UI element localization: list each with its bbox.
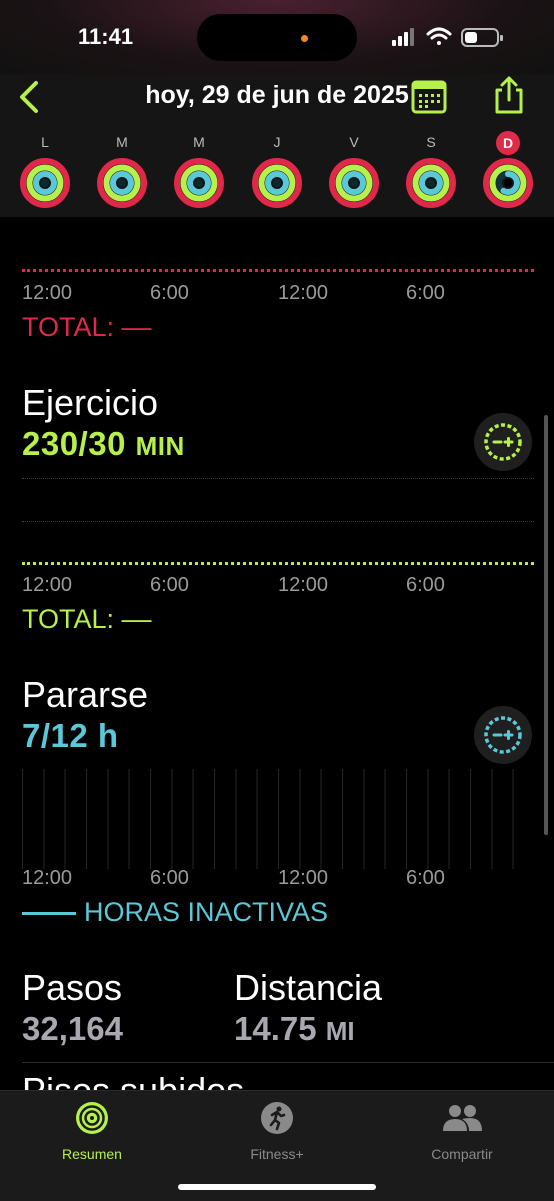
- axis-tick-label: 6:00: [406, 867, 445, 889]
- axis-tick-label: 6:00: [150, 574, 189, 596]
- day-letter-wrap: D: [480, 131, 536, 155]
- activity-rings-icon: [483, 158, 533, 208]
- exercise-unit: MIN: [135, 431, 185, 461]
- steps-value: 32,164: [22, 1010, 123, 1047]
- activity-rings-icon: [252, 158, 302, 208]
- day-letter: D: [496, 131, 520, 155]
- section-divider: [22, 1062, 554, 1063]
- day-1[interactable]: M: [94, 131, 150, 214]
- move-chart-baseline: [22, 269, 534, 272]
- day-5[interactable]: S: [403, 131, 459, 214]
- day-0[interactable]: L: [17, 131, 73, 214]
- exercise-chart-baseline: [22, 562, 534, 565]
- tab-fitness-plus[interactable]: Fitness+: [207, 1101, 347, 1162]
- tab-resumen[interactable]: Resumen: [22, 1101, 162, 1162]
- people-icon: [443, 1105, 482, 1131]
- share-icon[interactable]: [492, 75, 526, 115]
- status-icons: [392, 27, 503, 47]
- axis-tick-label: 12:00: [22, 867, 73, 889]
- axis-tick-label: 6:00: [406, 574, 445, 596]
- exercise-goal-button[interactable]: [474, 413, 532, 471]
- stand-chart-axis: 12:00 6:00 12:00 6:00: [22, 867, 534, 889]
- tab-compartir[interactable]: Compartir: [392, 1101, 532, 1162]
- date-header: hoy, 29 de jun de 2025 L M M J V S D: [0, 75, 554, 217]
- day-letter: S: [426, 134, 436, 150]
- flights-climbed-label: Pisos subidos: [22, 1070, 244, 1090]
- battery-icon: [461, 28, 503, 47]
- calendar-icon[interactable]: [411, 78, 447, 114]
- axis-tick-label: 12:00: [22, 282, 73, 304]
- distance-unit: MI: [325, 1016, 355, 1046]
- ring-adjust-icon: [484, 423, 522, 461]
- day-letter: M: [116, 134, 128, 150]
- day-letter-wrap: M: [94, 131, 150, 155]
- wifi-icon: [426, 27, 452, 45]
- stand-hour-chart: [22, 769, 534, 869]
- day-letter: M: [193, 134, 205, 150]
- tab-label: Resumen: [62, 1146, 122, 1162]
- day-letter-wrap: M: [171, 131, 227, 155]
- rings-icon: [76, 1102, 108, 1134]
- day-letter: J: [273, 134, 281, 150]
- status-time: 11:41: [78, 24, 134, 49]
- move-total: TOTAL: ––: [22, 312, 152, 342]
- move-chart-axis: 12:00 6:00 12:00 6:00: [22, 282, 534, 304]
- stand-legend-label: HORAS INACTIVAS: [84, 897, 329, 927]
- cellular-signal-icon: [392, 28, 414, 46]
- activity-indicator-dot: [301, 35, 308, 42]
- day-2[interactable]: M: [171, 131, 227, 214]
- day-letter-wrap: V: [326, 131, 382, 155]
- steps-label: Pasos: [22, 967, 123, 1008]
- scrollbar[interactable]: [544, 415, 548, 835]
- axis-tick-label: 12:00: [278, 867, 329, 889]
- day-letter-wrap: J: [249, 131, 305, 155]
- day-letter: V: [349, 134, 359, 150]
- day-letter: L: [41, 134, 49, 150]
- activity-rings-icon: [406, 158, 456, 208]
- runner-icon: [261, 1102, 293, 1134]
- stand-goal-button[interactable]: [474, 706, 532, 764]
- distance-value: 14.75 MI: [234, 1010, 355, 1048]
- stand-legend: HORAS INACTIVAS: [22, 897, 328, 928]
- exercise-chart-gridline: [22, 521, 534, 522]
- status-bar: 11:41: [0, 0, 554, 75]
- exercise-chart-axis: 12:00 6:00 12:00 6:00: [22, 574, 534, 596]
- axis-tick-label: 6:00: [406, 282, 445, 304]
- ring-adjust-icon: [484, 716, 522, 754]
- day-letter-wrap: S: [403, 131, 459, 155]
- activity-rings-icon: [97, 158, 147, 208]
- axis-tick-label: 6:00: [150, 282, 189, 304]
- page-title: hoy, 29 de jun de 2025: [145, 81, 409, 109]
- week-day-selector: LMMJVSD: [0, 131, 554, 211]
- exercise-value: 230/30 MIN: [22, 425, 185, 463]
- day-letter-wrap: L: [17, 131, 73, 155]
- axis-tick-label: 12:00: [278, 574, 329, 596]
- day-3[interactable]: J: [249, 131, 305, 214]
- day-4[interactable]: V: [326, 131, 382, 214]
- legend-swatch: [22, 912, 76, 916]
- exercise-total: TOTAL: ––: [22, 604, 152, 634]
- dynamic-island: [197, 14, 357, 61]
- activity-rings-icon: [174, 158, 224, 208]
- stand-title: Pararse: [22, 674, 149, 715]
- exercise-chart-gridline: [22, 478, 534, 479]
- tab-label: Fitness+: [250, 1146, 304, 1162]
- home-indicator: [178, 1184, 376, 1190]
- activity-rings-icon: [20, 158, 70, 208]
- distance-label: Distancia: [234, 967, 383, 1008]
- axis-tick-label: 12:00: [22, 574, 73, 596]
- activity-rings-icon: [329, 158, 379, 208]
- exercise-title: Ejercicio: [22, 382, 159, 423]
- axis-tick-label: 12:00: [278, 282, 329, 304]
- exercise-value-number: 230/30: [22, 425, 126, 462]
- axis-tick-label: 6:00: [150, 867, 189, 889]
- day-6[interactable]: D: [480, 131, 536, 214]
- tab-label: Compartir: [431, 1146, 493, 1162]
- stand-value: 7/12 h: [22, 717, 119, 754]
- distance-value-number: 14.75: [234, 1010, 317, 1047]
